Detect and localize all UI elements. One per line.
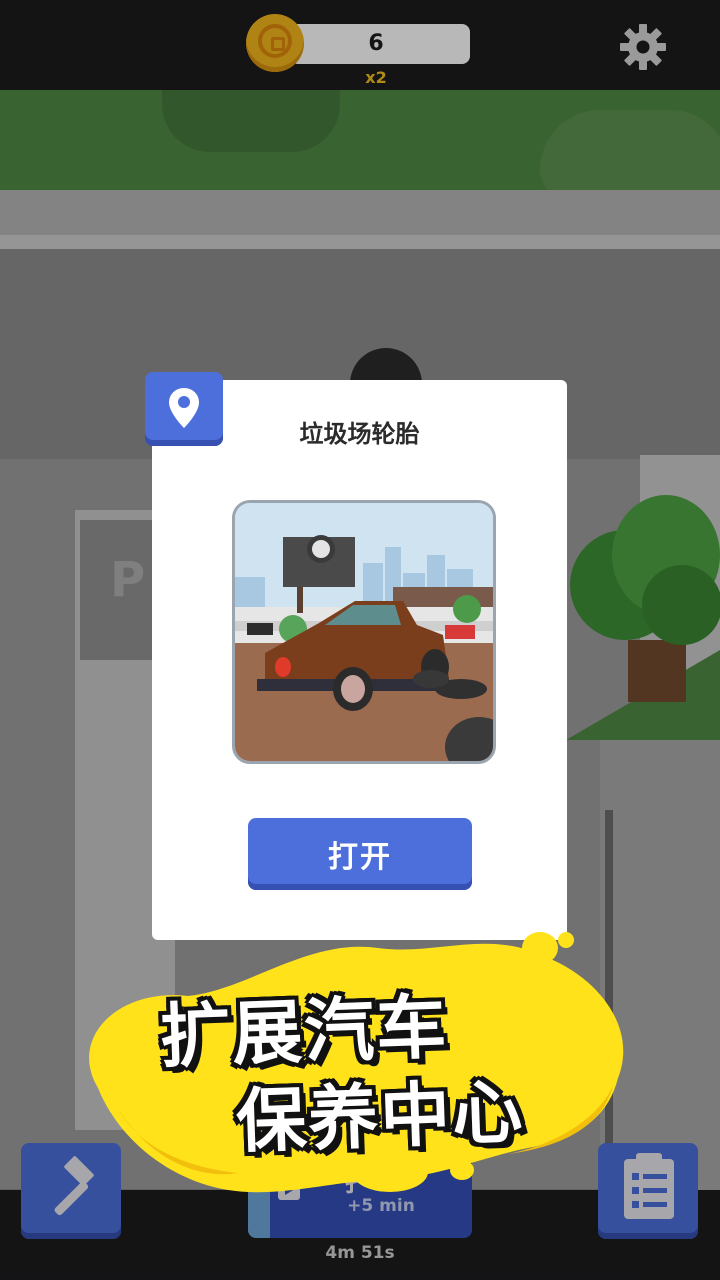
dialog-title: 垃圾场轮胎 [299,420,420,448]
open-button-label: 打开 [328,840,392,875]
location-preview-image [232,500,496,764]
promo-title-line2: 保养中心 [234,1070,526,1163]
